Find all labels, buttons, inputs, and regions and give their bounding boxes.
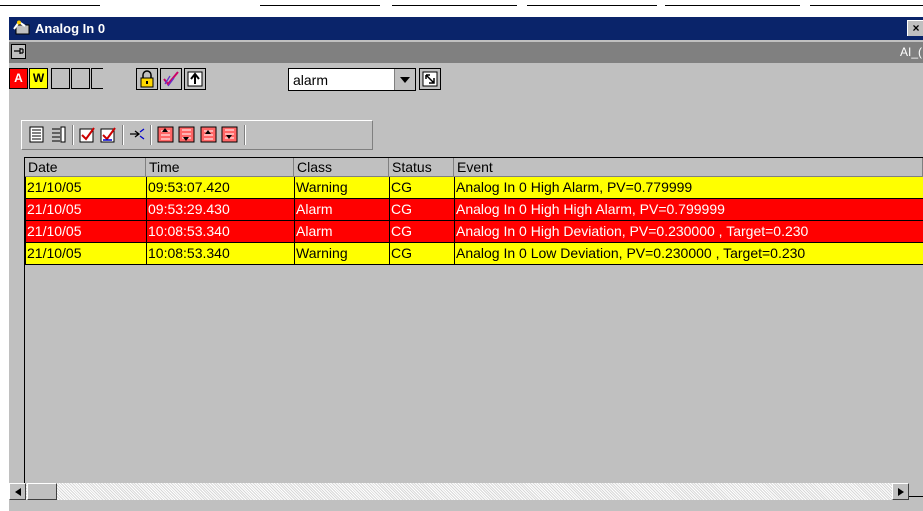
list-view-icon[interactable] xyxy=(28,126,45,143)
acknowledge-all-icon[interactable] xyxy=(100,126,117,143)
cell-date: 21/10/05 xyxy=(25,199,146,221)
move-previous-icon[interactable] xyxy=(200,126,217,143)
acknowledge-selected-icon[interactable] xyxy=(79,126,96,143)
scroll-right-button[interactable] xyxy=(892,483,909,500)
cell-class: Alarm xyxy=(294,199,389,221)
move-up-button[interactable] xyxy=(184,68,206,90)
alarm-filter-chip[interactable]: A xyxy=(9,68,28,89)
cell-class: Alarm xyxy=(294,221,389,243)
move-last-icon[interactable] xyxy=(178,126,195,143)
close-button[interactable]: × xyxy=(907,20,923,36)
cell-class: Warning xyxy=(294,177,389,199)
horizontal-scrollbar[interactable] xyxy=(9,483,909,500)
move-next-icon[interactable] xyxy=(221,126,238,143)
cell-status: CG xyxy=(389,243,454,265)
toolbar-separator xyxy=(244,125,246,145)
filter-toolbar: A W alarm xyxy=(9,66,923,94)
filter-select-value: alarm xyxy=(293,72,329,88)
cell-time: 10:08:53.340 xyxy=(146,243,294,265)
column-header-event[interactable]: Event xyxy=(454,158,923,177)
background-line xyxy=(665,5,800,6)
cell-event: Analog In 0 High High Alarm, PV=0.799999 xyxy=(454,199,923,221)
alarm-table: Date Time Class Status Event 21/10/05 09… xyxy=(24,157,923,497)
background-line xyxy=(527,5,657,6)
background-line xyxy=(810,5,923,6)
background-line xyxy=(260,5,380,6)
scrollbar-thumb[interactable] xyxy=(27,483,57,500)
alarm-window: Analog In 0 × AI_( A W alarm Date Time C… xyxy=(8,17,923,511)
arrow-right-icon xyxy=(897,487,904,496)
pin-icon[interactable] xyxy=(11,44,26,59)
empty-filter-chip[interactable] xyxy=(91,68,103,89)
column-header-time[interactable]: Time xyxy=(146,158,294,177)
columns-view-icon[interactable] xyxy=(50,126,67,143)
application-icon xyxy=(13,20,30,35)
arrow-up-icon xyxy=(187,71,203,87)
acknowledge-button[interactable] xyxy=(160,68,182,90)
empty-filter-chip[interactable] xyxy=(51,68,70,89)
cell-date: 21/10/05 xyxy=(25,243,146,265)
filter-select[interactable]: alarm xyxy=(288,68,416,91)
list-toolbar xyxy=(21,120,373,150)
lock-icon xyxy=(140,70,154,88)
tag-identifier: AI_( xyxy=(899,45,922,59)
scroll-left-button[interactable] xyxy=(9,483,26,500)
resize-icon xyxy=(422,71,438,87)
table-row[interactable]: 21/10/05 09:53:07.420 Warning CG Analog … xyxy=(25,177,923,199)
column-header-class[interactable]: Class xyxy=(294,158,389,177)
table-row[interactable]: 21/10/05 10:08:53.340 Alarm CG Analog In… xyxy=(25,221,923,243)
cell-time: 10:08:53.340 xyxy=(146,221,294,243)
toolbar-separator xyxy=(150,125,152,145)
cell-date: 21/10/05 xyxy=(25,177,146,199)
cell-status: CG xyxy=(389,199,454,221)
column-header-status[interactable]: Status xyxy=(389,158,454,177)
empty-filter-chip[interactable] xyxy=(71,68,90,89)
background-line xyxy=(0,5,100,6)
cell-event: Analog In 0 High Alarm, PV=0.779999 xyxy=(454,177,923,199)
table-row[interactable]: 21/10/05 10:08:53.340 Warning CG Analog … xyxy=(25,243,923,265)
background-window-edge xyxy=(0,0,923,11)
warning-filter-chip[interactable]: W xyxy=(29,68,48,89)
cell-status: CG xyxy=(389,221,454,243)
cell-class: Warning xyxy=(294,243,389,265)
cell-date: 21/10/05 xyxy=(25,221,146,243)
toolbar-separator xyxy=(72,125,74,145)
window-title: Analog In 0 xyxy=(35,21,106,36)
cell-event: Analog In 0 High Deviation, PV=0.230000 … xyxy=(454,221,923,243)
title-bar[interactable]: Analog In 0 × xyxy=(9,17,923,40)
cell-time: 09:53:29.430 xyxy=(146,199,294,221)
dropdown-arrow-icon[interactable] xyxy=(394,69,415,90)
resize-window-button[interactable] xyxy=(419,68,441,90)
table-row[interactable]: 21/10/05 09:53:29.430 Alarm CG Analog In… xyxy=(25,199,923,221)
column-header-date[interactable]: Date xyxy=(25,158,146,177)
cell-event: Analog In 0 Low Deviation, PV=0.230000 ,… xyxy=(454,243,923,265)
arrow-left-icon xyxy=(14,487,21,496)
toolbar-separator xyxy=(122,125,124,145)
background-line xyxy=(392,5,517,6)
cell-time: 09:53:07.420 xyxy=(146,177,294,199)
cell-status: CG xyxy=(389,177,454,199)
navigate-icon[interactable] xyxy=(129,126,146,143)
move-first-icon[interactable] xyxy=(157,126,174,143)
lock-button[interactable] xyxy=(136,68,158,90)
acknowledge-check-icon xyxy=(163,71,179,87)
pin-bar: AI_( xyxy=(9,42,923,63)
